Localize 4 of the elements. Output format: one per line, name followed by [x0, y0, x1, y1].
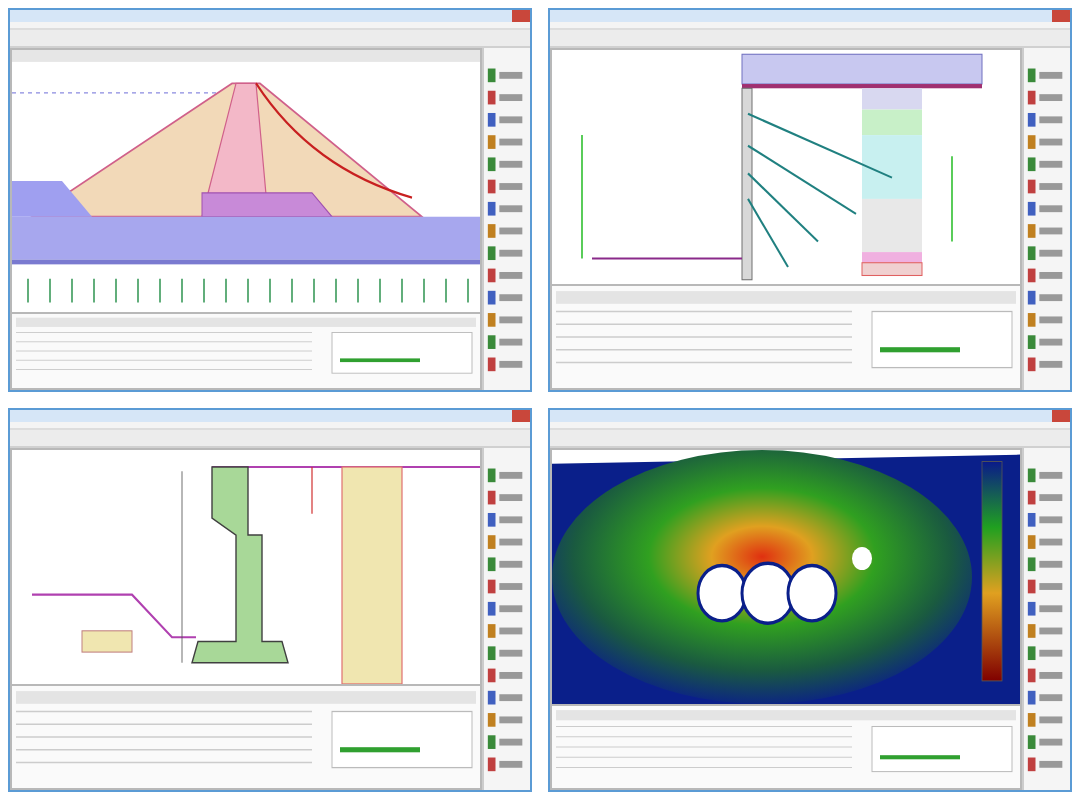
close-button[interactable]: [1052, 410, 1070, 422]
close-button[interactable]: [512, 10, 530, 22]
close-button[interactable]: [1052, 10, 1070, 22]
close-button[interactable]: [512, 410, 530, 422]
